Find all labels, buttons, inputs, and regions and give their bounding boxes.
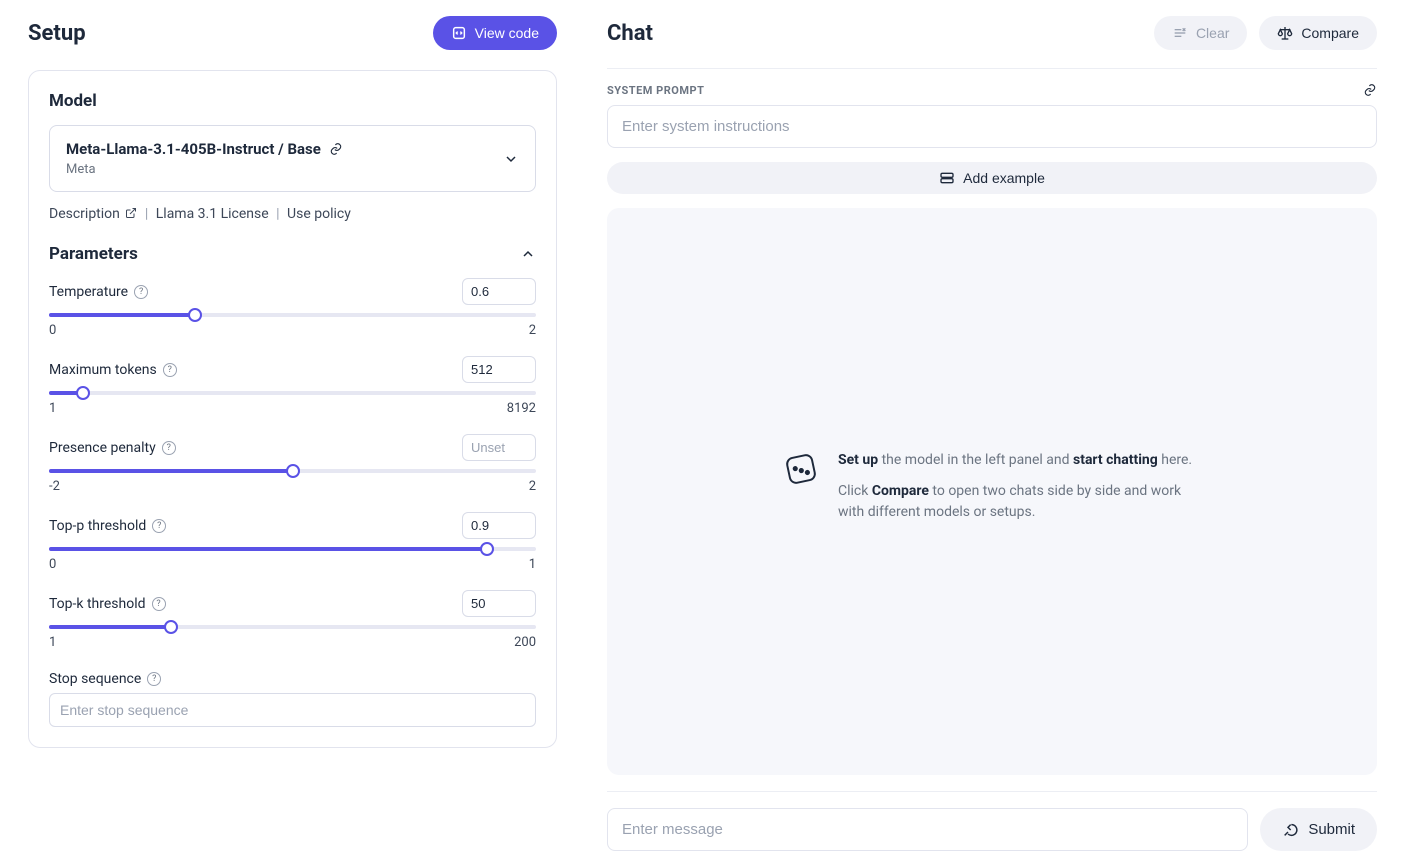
temperature-slider[interactable] bbox=[49, 313, 536, 317]
chevron-up-icon bbox=[520, 246, 536, 262]
top-p-max: 1 bbox=[529, 557, 536, 572]
model-name: Meta-Llama-3.1-405B-Instruct / Base bbox=[66, 140, 321, 158]
param-stop-sequence: Stop sequence ? bbox=[49, 668, 536, 727]
chat-panel: Chat Clear bbox=[585, 0, 1405, 867]
help-icon[interactable]: ? bbox=[163, 363, 177, 377]
top-k-max: 200 bbox=[514, 635, 536, 650]
temperature-input[interactable] bbox=[462, 278, 536, 305]
empty-line-2: Click Compare to open two chats side by … bbox=[838, 481, 1202, 523]
presence-penalty-slider[interactable] bbox=[49, 469, 536, 473]
empty-line-1: Set up the model in the left panel and s… bbox=[838, 450, 1202, 471]
add-example-label: Add example bbox=[963, 170, 1045, 186]
chat-body: Set up the model in the left panel and s… bbox=[607, 208, 1377, 775]
help-icon[interactable]: ? bbox=[134, 285, 148, 299]
view-code-button[interactable]: View code bbox=[433, 16, 557, 50]
setup-panel: Setup View code Model Meta-Llama-3.1-405… bbox=[0, 0, 585, 867]
help-icon[interactable]: ? bbox=[152, 519, 166, 533]
top-p-input[interactable] bbox=[462, 512, 536, 539]
chevron-down-icon bbox=[503, 151, 519, 167]
link-icon bbox=[329, 142, 343, 156]
presence-penalty-input[interactable] bbox=[462, 434, 536, 461]
param-presence-penalty: Presence penalty ? -2 2 bbox=[49, 434, 536, 494]
param-top-k: Top-k threshold ? 1 200 bbox=[49, 590, 536, 650]
model-select[interactable]: Meta-Llama-3.1-405B-Instruct / Base Meta bbox=[49, 125, 536, 192]
model-vendor: Meta bbox=[66, 162, 343, 177]
presence-penalty-label: Presence penalty ? bbox=[49, 440, 176, 456]
top-p-slider[interactable] bbox=[49, 547, 536, 551]
max-tokens-min: 1 bbox=[49, 401, 56, 416]
link-icon[interactable] bbox=[1363, 83, 1377, 97]
model-meta-links: Description | Llama 3.1 License | Use po… bbox=[49, 206, 536, 222]
top-k-slider[interactable] bbox=[49, 625, 536, 629]
setup-title: Setup bbox=[28, 21, 86, 46]
top-k-min: 1 bbox=[49, 635, 56, 650]
max-tokens-label: Maximum tokens ? bbox=[49, 362, 177, 378]
view-code-label: View code bbox=[475, 25, 539, 41]
setup-card: Model Meta-Llama-3.1-405B-Instruct / Bas… bbox=[28, 70, 557, 748]
help-icon[interactable]: ? bbox=[162, 441, 176, 455]
submit-label: Submit bbox=[1308, 821, 1355, 838]
dice-icon bbox=[782, 450, 820, 488]
parameters-label: Parameters bbox=[49, 244, 138, 264]
top-k-input[interactable] bbox=[462, 590, 536, 617]
system-prompt-input[interactable] bbox=[607, 105, 1377, 148]
help-icon[interactable]: ? bbox=[147, 672, 161, 686]
external-link-icon bbox=[125, 207, 137, 219]
compare-button[interactable]: Compare bbox=[1259, 16, 1377, 50]
temperature-label: Temperature ? bbox=[49, 284, 148, 300]
help-icon[interactable]: ? bbox=[152, 597, 166, 611]
top-k-label: Top-k threshold ? bbox=[49, 596, 166, 612]
description-link[interactable]: Description bbox=[49, 206, 141, 222]
parameters-toggle[interactable]: Parameters bbox=[49, 244, 536, 264]
temperature-min: 0 bbox=[49, 323, 56, 338]
presence-penalty-min: -2 bbox=[49, 479, 60, 494]
param-max-tokens: Maximum tokens ? 1 8192 bbox=[49, 356, 536, 416]
temperature-max: 2 bbox=[529, 323, 536, 338]
compare-label: Compare bbox=[1301, 25, 1359, 41]
presence-penalty-max: 2 bbox=[529, 479, 536, 494]
max-tokens-input[interactable] bbox=[462, 356, 536, 383]
stop-sequence-input[interactable] bbox=[49, 693, 536, 727]
add-example-button[interactable]: Add example bbox=[607, 162, 1377, 194]
top-p-label: Top-p threshold ? bbox=[49, 518, 166, 534]
empty-state: Set up the model in the left panel and s… bbox=[782, 450, 1202, 533]
top-p-min: 0 bbox=[49, 557, 56, 572]
clear-icon bbox=[1172, 25, 1188, 41]
message-input[interactable] bbox=[607, 808, 1248, 851]
submit-icon bbox=[1282, 822, 1298, 838]
code-icon bbox=[451, 25, 467, 41]
param-temperature: Temperature ? 0 2 bbox=[49, 278, 536, 338]
stop-sequence-label: Stop sequence ? bbox=[49, 671, 161, 687]
chat-title: Chat bbox=[607, 21, 653, 46]
system-prompt-label: SYSTEM PROMPT bbox=[607, 84, 704, 97]
max-tokens-slider[interactable] bbox=[49, 391, 536, 395]
scale-icon bbox=[1277, 25, 1293, 41]
use-policy-link[interactable]: Use policy bbox=[287, 206, 351, 222]
param-top-p: Top-p threshold ? 0 1 bbox=[49, 512, 536, 572]
submit-button[interactable]: Submit bbox=[1260, 808, 1377, 851]
clear-button[interactable]: Clear bbox=[1154, 16, 1247, 50]
example-icon bbox=[939, 170, 955, 186]
clear-label: Clear bbox=[1196, 25, 1229, 41]
license-link[interactable]: Llama 3.1 License bbox=[156, 206, 269, 222]
model-section-label: Model bbox=[49, 91, 536, 111]
max-tokens-max: 8192 bbox=[507, 401, 536, 416]
